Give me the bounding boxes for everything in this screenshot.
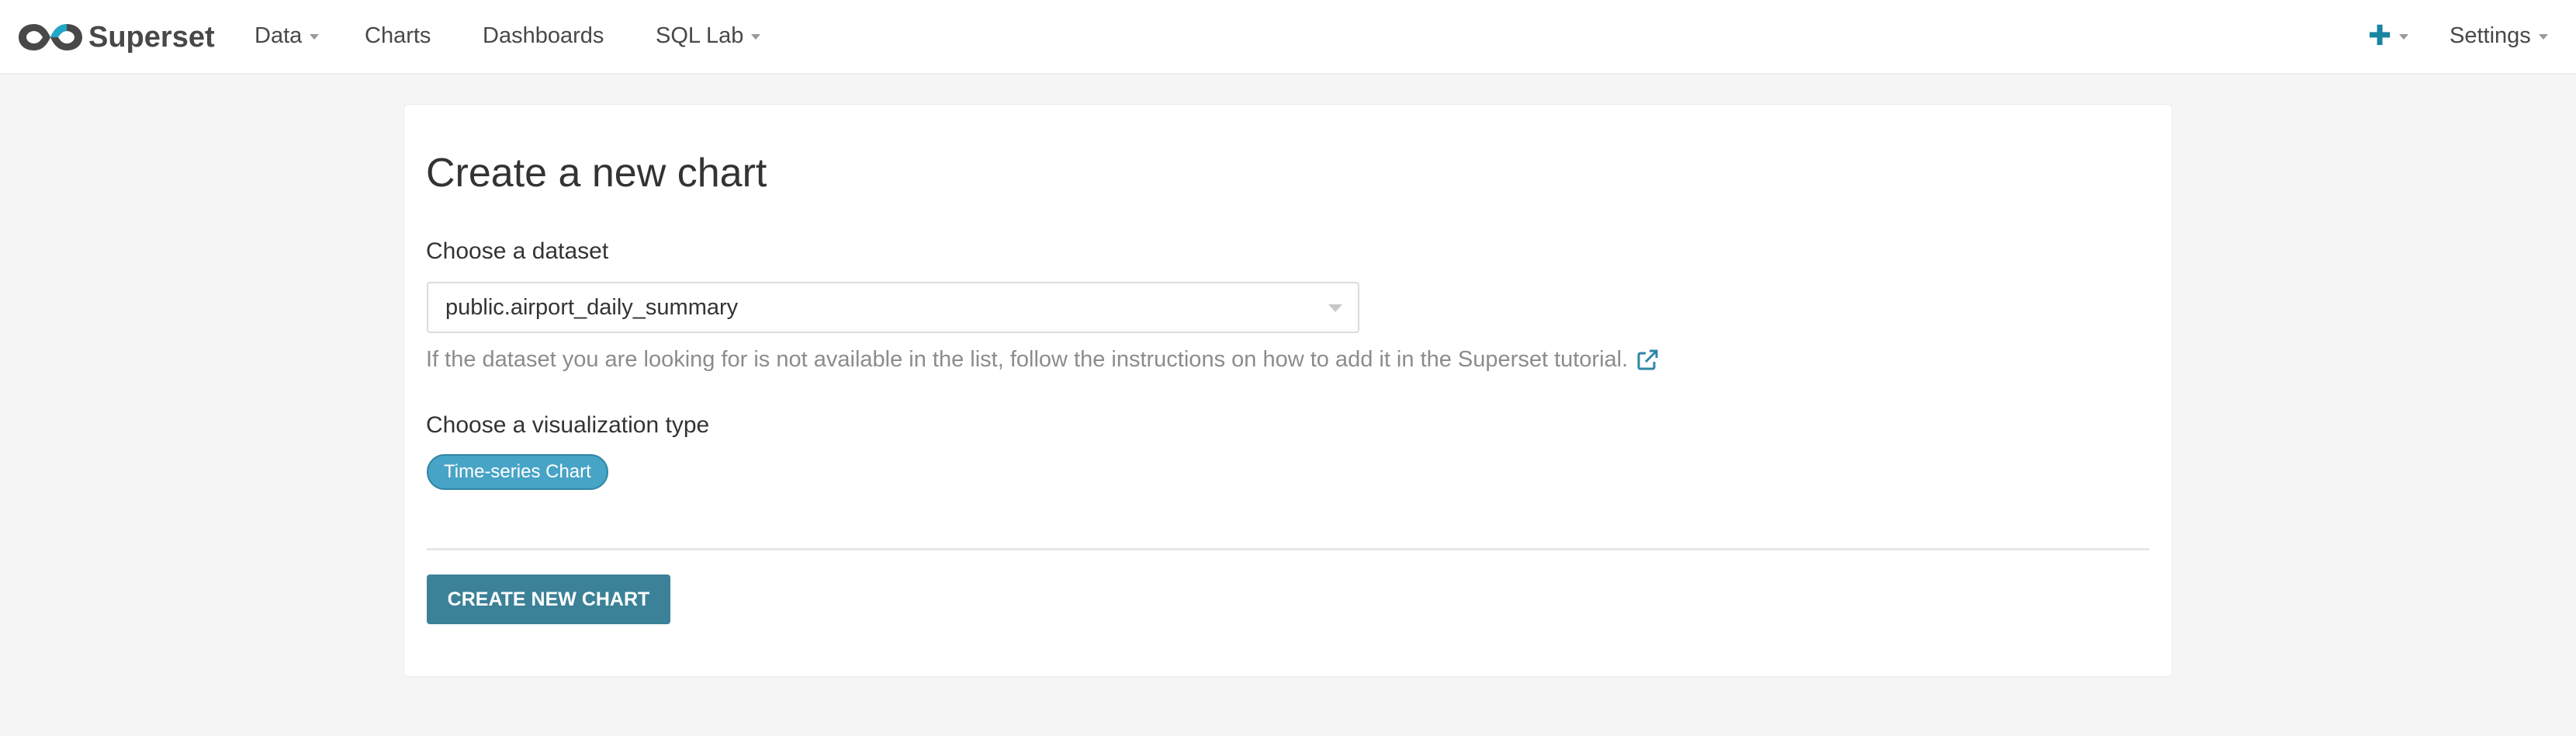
- nav-item-dashboards[interactable]: Dashboards: [483, 0, 604, 71]
- nav-item-label: Dashboards: [483, 23, 604, 48]
- create-new-chart-button[interactable]: CREATE NEW CHART: [427, 575, 670, 624]
- dataset-help: If the dataset you are looking for is no…: [426, 347, 1659, 373]
- nav-item-label: Data: [254, 23, 303, 48]
- divider: [427, 548, 2149, 550]
- nav-item-label: Charts: [365, 23, 431, 48]
- settings-menu[interactable]: Settings: [2450, 0, 2548, 71]
- new-menu[interactable]: ✚: [2368, 0, 2409, 71]
- external-link-icon[interactable]: [1636, 349, 1659, 372]
- page-title: Create a new chart: [426, 151, 767, 196]
- brand-name: Superset: [88, 20, 215, 54]
- chevron-down-icon: [310, 33, 320, 40]
- viz-type-label: Choose a visualization type: [426, 412, 710, 438]
- chevron-down-icon: [2538, 33, 2548, 40]
- dataset-help-text: If the dataset you are looking for is no…: [426, 347, 1629, 372]
- superset-logo-icon: [19, 24, 82, 50]
- plus-icon: ✚: [2368, 19, 2392, 51]
- top-navbar: Superset Data Charts Dashboards SQL Lab …: [0, 0, 2576, 75]
- chevron-down-icon[interactable]: [1328, 304, 1342, 312]
- nav-item-data[interactable]: Data: [254, 0, 320, 71]
- nav-item-sql-lab[interactable]: SQL Lab: [656, 0, 761, 71]
- create-chart-panel: Create a new chart Choose a dataset publ…: [403, 104, 2173, 677]
- brand[interactable]: Superset: [17, 16, 215, 59]
- nav-item-charts[interactable]: Charts: [365, 0, 431, 71]
- settings-label: Settings: [2450, 23, 2531, 48]
- dataset-label: Choose a dataset: [426, 238, 609, 264]
- chevron-down-icon: [2399, 33, 2409, 40]
- nav-item-label: SQL Lab: [656, 23, 744, 48]
- dataset-select[interactable]: public.airport_daily_summary: [427, 282, 1359, 333]
- viz-type-tag[interactable]: Time-series Chart: [427, 454, 608, 490]
- dataset-select-value: public.airport_daily_summary: [445, 295, 739, 320]
- chevron-down-icon: [751, 33, 761, 40]
